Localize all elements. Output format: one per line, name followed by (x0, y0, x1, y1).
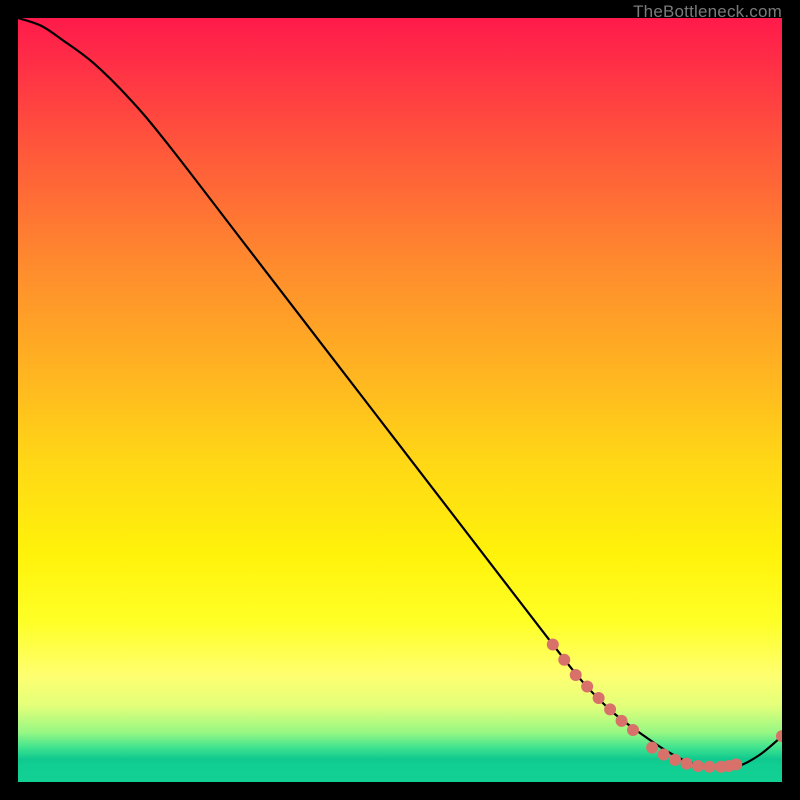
bottleneck-curve (18, 18, 782, 768)
data-point (730, 758, 742, 770)
data-point (558, 654, 570, 666)
data-point (604, 703, 616, 715)
data-point (547, 638, 559, 650)
data-point (593, 692, 605, 704)
data-point (570, 669, 582, 681)
data-point (646, 742, 658, 754)
data-point (616, 715, 628, 727)
data-markers (547, 638, 782, 772)
chart-stage: TheBottleneck.com (0, 0, 800, 800)
plot-area (18, 18, 782, 782)
data-point (692, 760, 704, 772)
data-point (627, 724, 639, 736)
chart-svg (18, 18, 782, 782)
data-point (658, 748, 670, 760)
data-point (581, 681, 593, 693)
data-point (703, 761, 715, 773)
data-point (669, 754, 681, 766)
data-point (681, 758, 693, 770)
